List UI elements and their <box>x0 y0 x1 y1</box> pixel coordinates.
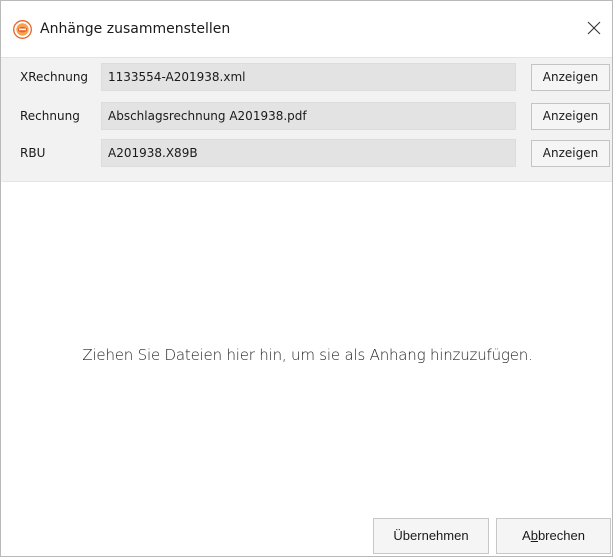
attachment-label: Rechnung <box>20 109 80 123</box>
attachment-row-rechnung: Rechnung Abschlagsrechnung A201938.pdf A… <box>1 102 612 130</box>
close-icon <box>587 20 601 39</box>
cancel-label-pre: A <box>522 528 531 543</box>
drop-hint-text: Ziehen Sie Dateien hier hin, um sie als … <box>82 346 533 364</box>
attachment-label: XRechnung <box>20 70 89 84</box>
cancel-label-mnemonic: b <box>530 528 538 543</box>
app-logo-icon <box>13 20 32 39</box>
attachment-row-xrechnung: XRechnung 1133554-A201938.xml Anzeigen <box>1 63 612 91</box>
title-bar[interactable]: Anhänge zusammenstellen <box>1 1 612 57</box>
file-drop-zone[interactable]: Ziehen Sie Dateien hier hin, um sie als … <box>1 182 612 511</box>
apply-button[interactable]: Übernehmen <box>373 518 489 554</box>
attachment-label: RBU <box>20 146 46 160</box>
dialog-window: Anhänge zusammenstellen XRechnung 113355… <box>0 0 613 557</box>
window-title: Anhänge zusammenstellen <box>40 21 231 37</box>
show-button[interactable]: Anzeigen <box>531 64 610 91</box>
attachment-list: XRechnung 1133554-A201938.xml Anzeigen R… <box>1 57 612 181</box>
close-button[interactable] <box>574 11 612 47</box>
attachment-row-rbu: RBU A201938.X89B Anzeigen <box>1 139 612 167</box>
cancel-button[interactable]: Abbrechen <box>496 518 611 554</box>
attachment-filename-field: 1133554-A201938.xml <box>101 63 516 91</box>
attachment-filename-field: A201938.X89B <box>101 139 516 167</box>
show-button[interactable]: Anzeigen <box>531 140 610 167</box>
cancel-label-post: brechen <box>537 528 585 543</box>
attachment-filename-field: Abschlagsrechnung A201938.pdf <box>101 102 516 130</box>
show-button[interactable]: Anzeigen <box>531 103 610 130</box>
